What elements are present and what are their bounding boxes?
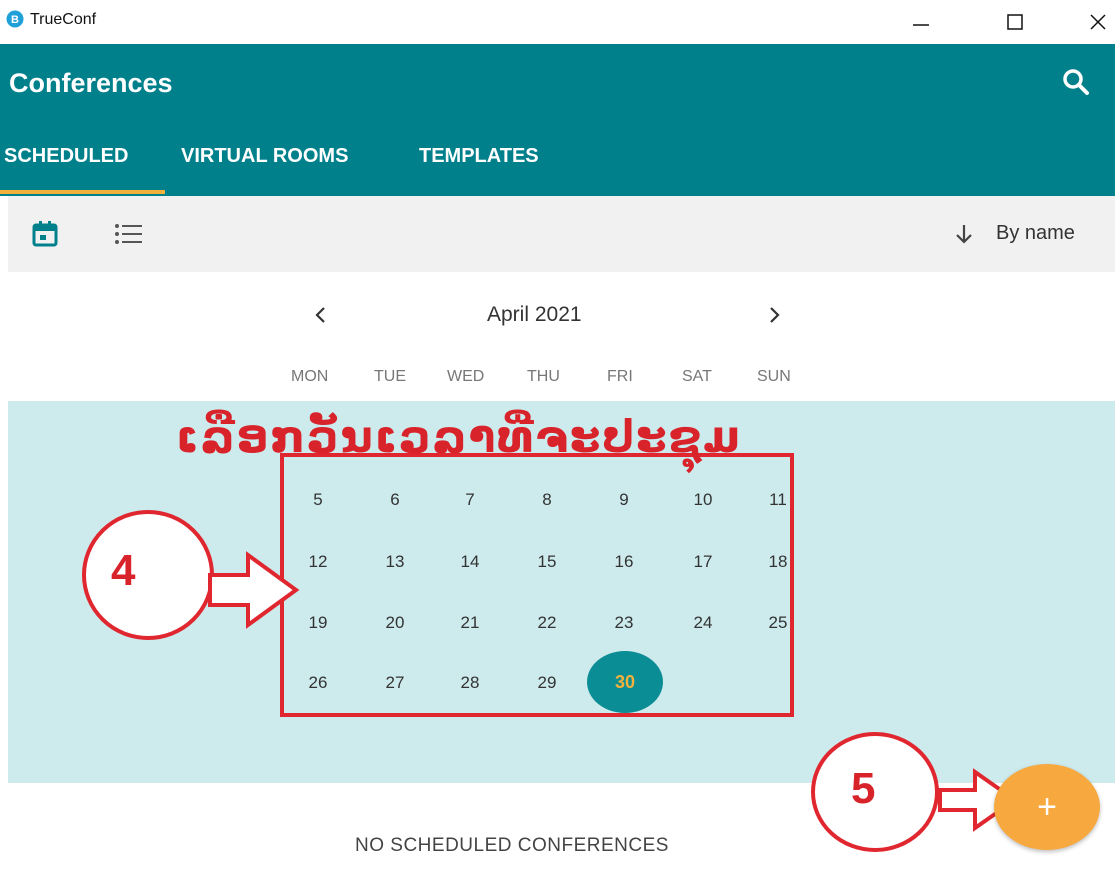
step-5-label: 5	[851, 764, 876, 813]
annotation-highlight-box	[280, 453, 794, 717]
step-4-label: 4	[111, 546, 136, 595]
step-4-circle	[82, 510, 214, 640]
add-conference-button[interactable]: +	[994, 764, 1100, 850]
annotation-instruction-text: ເລືອກວັນເວລາທີ່ຈະປະຊຸມ	[176, 412, 743, 463]
empty-state-text: NO SCHEDULED CONFERENCES	[355, 835, 669, 856]
plus-icon: +	[1037, 787, 1057, 826]
